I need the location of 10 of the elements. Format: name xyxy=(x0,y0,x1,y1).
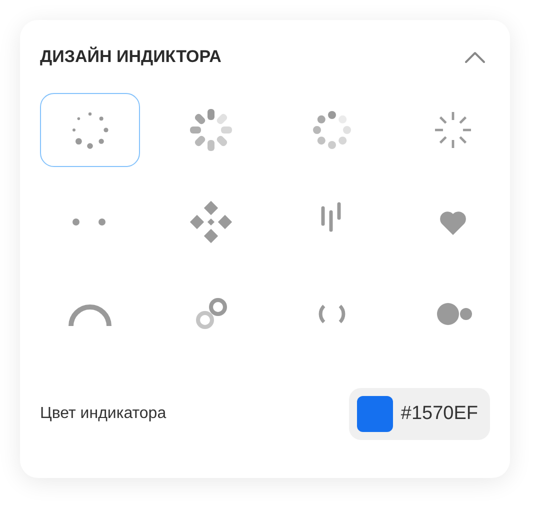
color-picker[interactable]: #1570EF xyxy=(348,388,490,440)
diamonds-icon xyxy=(189,200,233,244)
two-dots-icon xyxy=(72,218,108,226)
panel-title: ДИЗАЙН ИНДИКТОРА xyxy=(40,47,222,67)
indicator-option[interactable] xyxy=(40,93,140,167)
petal-spinner-icon xyxy=(189,108,233,152)
dot-spinner-icon xyxy=(310,108,354,152)
color-value: #1570EF xyxy=(400,403,478,425)
color-label: Цвет индикатора xyxy=(40,405,166,423)
chevron-up-icon xyxy=(464,50,486,64)
